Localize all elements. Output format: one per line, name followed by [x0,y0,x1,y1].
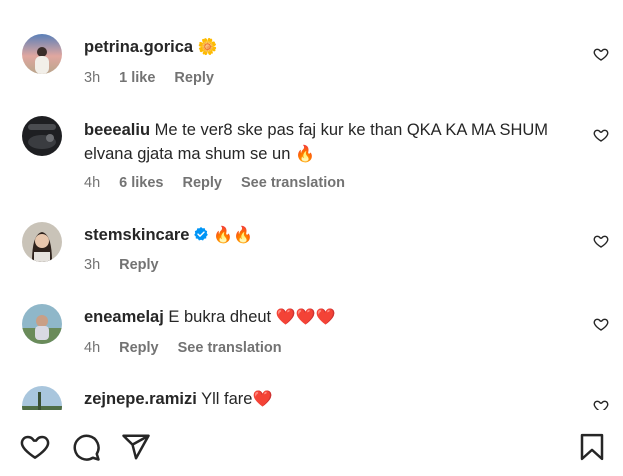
comment-likes[interactable]: 6 likes [119,174,163,192]
comment-meta: 4h Reply See translation [84,339,301,357]
like-post-heart-icon[interactable] [20,432,50,462]
comment-time: 4h [84,340,101,356]
avatar[interactable] [22,386,62,410]
comment-username[interactable]: zejnepe.ramizi [84,390,197,408]
post-action-bar [0,410,623,476]
like-comment-heart-icon[interactable] [593,127,609,143]
comment-time: 4h [84,175,101,191]
reply-button[interactable]: Reply [119,256,159,274]
comment-username[interactable]: beeealiu [84,121,150,139]
comment-text: E bukra dheut [168,308,272,326]
comment-meta: 3h 1 like Reply [84,69,233,87]
avatar[interactable] [22,222,62,262]
comment-username[interactable]: petrina.gorica [84,38,193,56]
like-comment-heart-icon[interactable] [593,46,609,62]
comment-time: 3h [84,70,101,86]
comment-emoji: 🔥 [294,144,315,163]
verified-badge-icon [193,225,209,241]
comment-icon[interactable] [71,432,101,462]
share-icon[interactable] [121,432,151,462]
comment-emoji: 🌼 [197,37,218,56]
reply-button[interactable]: Reply [182,174,222,192]
comment-list[interactable]: petrina.gorica 🌼 3h 1 like Reply beeeali… [0,0,623,410]
avatar[interactable] [22,116,62,156]
comment-emoji: ❤️ [252,389,273,408]
comment-line: petrina.gorica 🌼 [84,35,583,59]
comment-text: Yll fare [201,390,253,408]
comment-username[interactable]: eneamelaj [84,308,164,326]
avatar[interactable] [22,304,62,344]
avatar[interactable] [22,34,62,74]
comment-meta: 4h 6 likes Reply See translation [84,174,364,192]
comment-line: eneamelaj E bukra dheut ❤️❤️❤️ [84,305,583,329]
comment-emoji: 🔥🔥 [213,225,253,244]
comment-emoji: ❤️❤️❤️ [275,307,336,326]
comment-likes[interactable]: 1 like [119,69,155,87]
instagram-comments-panel: petrina.gorica 🌼 3h 1 like Reply beeeali… [0,0,623,476]
comment-line: stemskincare 🔥🔥 [84,223,583,247]
comment-username[interactable]: stemskincare [84,226,190,244]
see-translation-button[interactable]: See translation [178,339,282,357]
comment-text: Me te ver8 ske pas faj kur ke than QKA K… [84,121,549,163]
see-translation-button[interactable]: See translation [241,174,345,192]
comment-line: beeealiu Me te ver8 ske pas faj kur ke t… [84,118,583,166]
comment-time: 3h [84,257,101,273]
comment-line: zejnepe.ramizi Yll fare❤️ [84,387,583,410]
like-comment-heart-icon[interactable] [593,316,609,332]
like-comment-heart-icon[interactable] [593,233,609,249]
like-comment-heart-icon[interactable] [593,398,609,410]
comment-meta: 3h Reply [84,256,178,274]
bookmark-icon[interactable] [577,432,607,462]
reply-button[interactable]: Reply [119,339,159,357]
reply-button[interactable]: Reply [174,69,214,87]
